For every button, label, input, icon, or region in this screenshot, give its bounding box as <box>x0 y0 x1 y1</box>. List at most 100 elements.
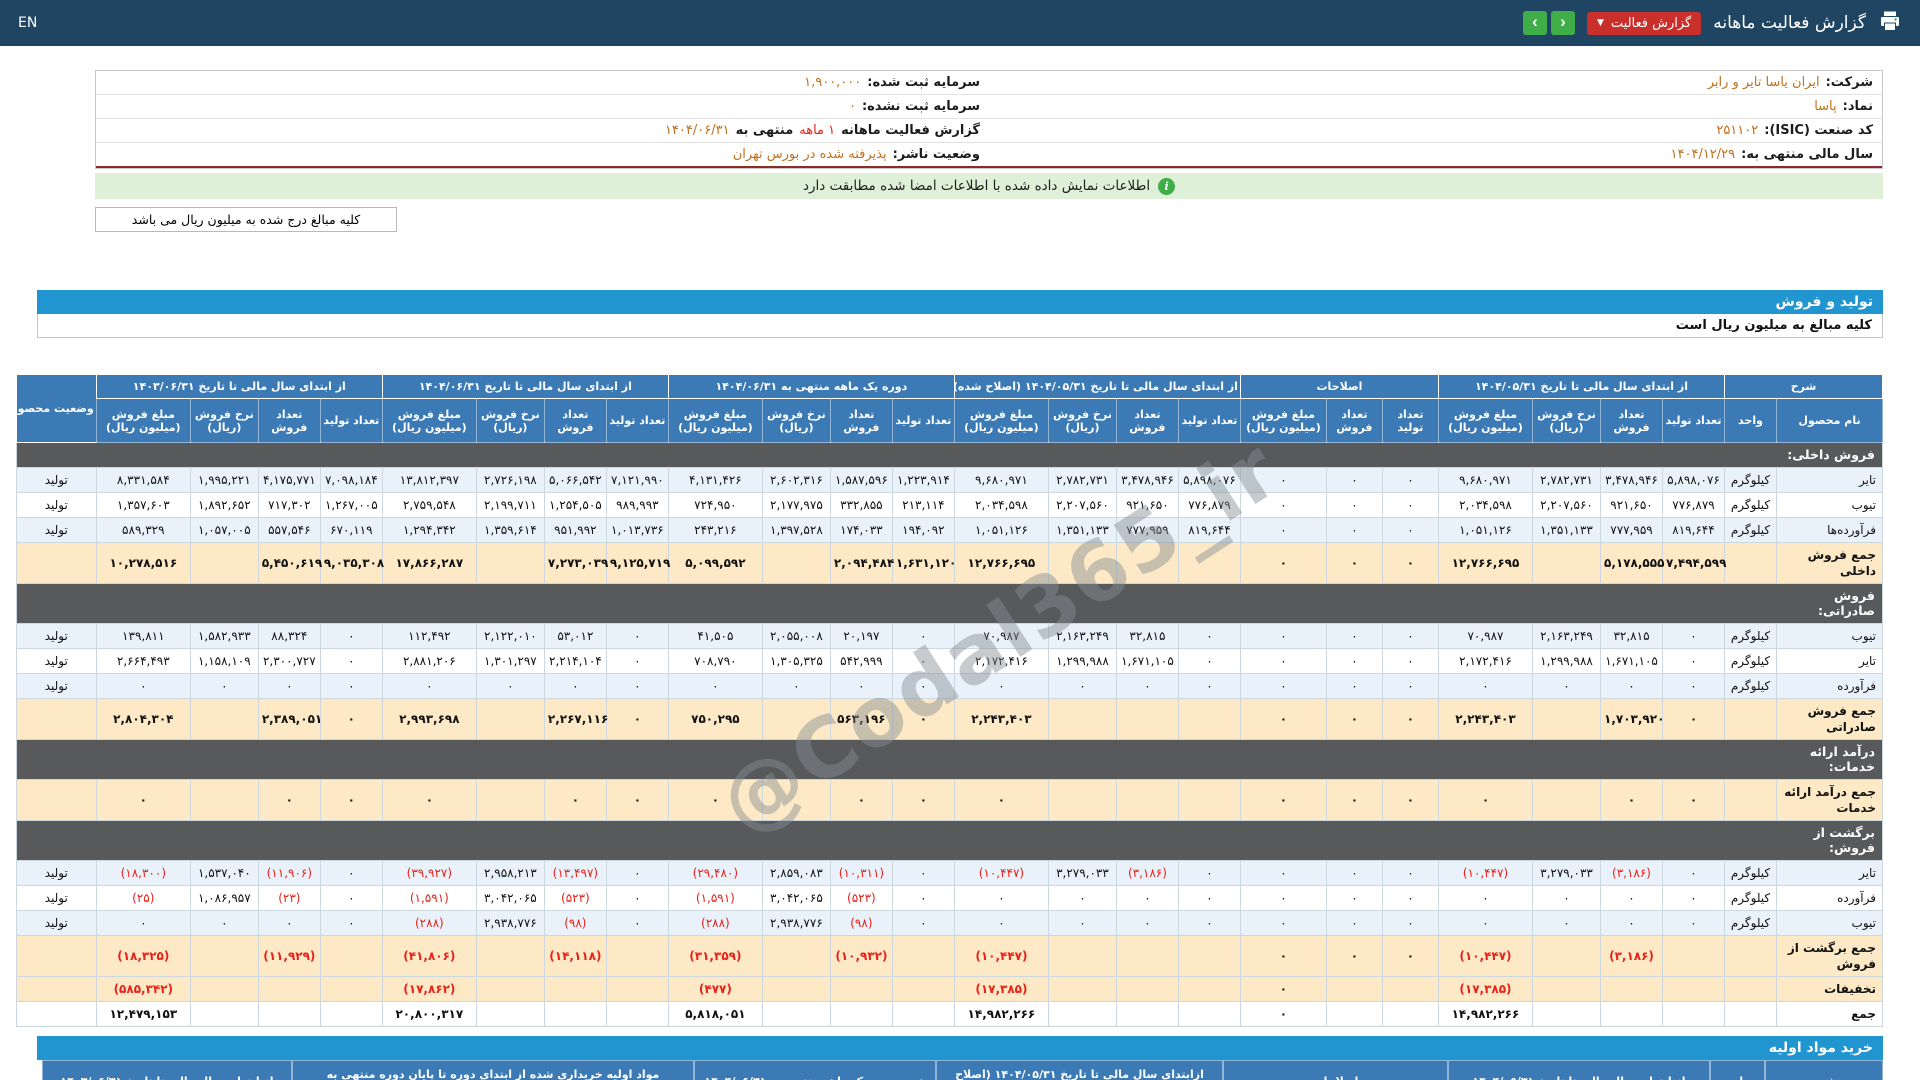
value-cell: ۰ <box>605 648 669 674</box>
value-cell <box>1662 976 1725 1002</box>
col-sub-header: مبلغ فروش (میلیون ریال) <box>95 398 191 443</box>
value-cell: ۲,۲۴۳,۴۰۳ <box>953 698 1049 740</box>
value-cell: ۹,۶۸۰,۹۷۱ <box>1437 467 1534 493</box>
value-cell: ۰ <box>1239 648 1327 674</box>
value-cell <box>189 1001 259 1027</box>
isic-value: ۲۵۱۱۰۲ <box>1716 123 1759 138</box>
value-cell: ۵,۸۹۸,۰۷۶ <box>1177 467 1241 493</box>
value-cell: ۷,۴۹۴,۵۹۹ <box>1662 542 1726 584</box>
value-cell <box>1177 542 1241 584</box>
value-cell: ۰ <box>1115 910 1179 936</box>
value-cell: (۱۰,۳۱۱) <box>829 860 893 886</box>
value-cell: ۰ <box>1600 779 1663 821</box>
value-cell <box>1532 698 1601 740</box>
value-cell <box>1047 698 1117 740</box>
value-cell <box>1662 935 1725 977</box>
value-cell: ۵۸۹,۳۲۹ <box>95 517 191 543</box>
table-row: تیوب کیلوگرم ۰ ۰ ۰ ۰ ۰ ۰ ۰ ۰ ۰ ۰ ۰ ۰ (۹۸) ۲,۹۳۸,۷۷۶ (۲۸۸… <box>15 910 1883 936</box>
value-cell: (۴۷۷) <box>667 976 763 1002</box>
capital-unregistered-field: سرمایه ثبت نشده: ۰ <box>96 95 989 118</box>
value-cell: ۱۳۹,۸۱۱ <box>95 623 191 649</box>
value-cell: ۱,۵۸۲,۹۳۳ <box>189 623 259 649</box>
value-cell: ۱۰,۲۷۸,۵۱۶ <box>95 542 191 584</box>
value-cell: ۵,۴۵۰,۶۱۹ <box>257 542 322 584</box>
next-report-button[interactable]: › <box>1550 11 1575 35</box>
value-cell: ۰ <box>1115 885 1179 911</box>
product-name-cell: تایر <box>1776 467 1883 493</box>
value-cell <box>829 1001 893 1027</box>
value-cell: (۱,۵۹۱) <box>381 885 477 911</box>
value-cell: ۰ <box>1437 673 1534 699</box>
value-cell: ۰ <box>1325 779 1383 821</box>
value-cell: ۰ <box>381 673 477 699</box>
value-cell: ۰ <box>1662 648 1725 674</box>
value-cell: ۰ <box>605 673 669 699</box>
chevron-down-icon: ▼ <box>1596 17 1604 28</box>
value-cell <box>475 698 545 740</box>
value-cell <box>475 779 545 821</box>
print-icon[interactable] <box>1878 9 1902 37</box>
unit-cell: کیلوگرم <box>1724 492 1777 518</box>
value-cell: ۰ <box>319 648 383 674</box>
value-cell: ۱,۳۵۱,۱۳۳ <box>1532 517 1601 543</box>
value-cell: ۴,۱۷۵,۷۷۱ <box>257 467 321 493</box>
value-cell: ۰ <box>319 623 383 649</box>
value-cell: (۲۸۸) <box>667 910 763 936</box>
value-cell: ۷,۱۲۱,۹۹۰ <box>605 467 669 493</box>
value-cell <box>1325 976 1383 1002</box>
status-cell: تولید <box>15 517 97 543</box>
table-row: فرآورده کیلوگرم ۰ ۰ ۰ ۰ ۰ ۰ ۰ ۰ ۰ ۰ ۰ ۰ ۰ ۰ ۰ ۰ ۰ ۰ ۰ ۰ ۰ ۰ ۰ تول… <box>15 673 1883 699</box>
language-toggle[interactable]: EN <box>18 15 37 31</box>
value-cell: ۲۱۳,۱۱۴ <box>891 492 955 518</box>
value-cell <box>1177 1001 1241 1027</box>
raw-materials-section: خرید مواد اولیه شرحواحداز ابتدای سال مال… <box>37 1036 1883 1080</box>
value-cell <box>605 976 669 1002</box>
value-cell <box>189 779 259 821</box>
value-cell: ۰ <box>257 779 321 821</box>
table-row: فرآورده‌ها کیلوگرم ۸۱۹,۶۴۴ ۷۷۷,۹۵۹ ۱,۳۵۱,۱۳۳… <box>15 517 1883 543</box>
report-content: شرکت: ایران یاسا تایر و رابر سرمایه ثبت … <box>15 70 1884 1080</box>
value-cell: ۰ <box>605 910 669 936</box>
value-cell: ۰ <box>257 673 321 699</box>
purchase-col-0: شرح <box>1765 1060 1883 1080</box>
value-cell: ۳۲,۸۱۵ <box>1600 623 1663 649</box>
value-cell: ۰ <box>667 673 763 699</box>
value-cell: ۰ <box>1381 492 1439 518</box>
value-cell <box>605 935 669 977</box>
value-cell <box>1047 1001 1117 1027</box>
value-cell: ۱,۶۷۱,۱۰۵ <box>1115 648 1179 674</box>
table-body: فروش داخلی: تایر کیلوگرم ۵,۸۹۸,۰۷۶ ۳,۴۷۸,۹۴۶… <box>15 442 1884 1027</box>
value-cell: ۵,۰۹۹,۵۹۲ <box>667 542 763 584</box>
value-cell: ۱۴,۹۸۲,۲۶۶ <box>953 1001 1049 1027</box>
capital-registered-field: سرمایه ثبت شده: ۱,۹۰۰,۰۰۰ <box>96 71 989 94</box>
unit-cell <box>1724 779 1777 821</box>
table-row: جمع فروش داخلی ۷,۴۹۴,۵۹۹ ۵,۱۷۸,۵۵۵ ۱۲,۷۶۶,۶… <box>15 542 1883 584</box>
company-field: شرکت: ایران یاسا تایر و رابر <box>989 71 1882 94</box>
status-cell: تولید <box>15 885 97 911</box>
section-row: برگشت از فروش: <box>15 820 1884 861</box>
status-cell: تولید <box>15 648 97 674</box>
value-cell: (۱۸,۳۰۰) <box>95 860 191 886</box>
value-cell: ۰ <box>891 673 955 699</box>
value-cell: (۹۸) <box>829 910 893 936</box>
value-cell: (۱۴,۱۱۸) <box>543 935 607 977</box>
symbol-field: نماد: پاسا <box>989 95 1882 118</box>
table-row: تایر کیلوگرم ۰ ۱,۶۷۱,۱۰۵ ۱,۲۹۹,۹۸۸ ۲,۱۷۲,۴۱۶ ۰… <box>15 648 1883 674</box>
previous-report-button[interactable]: ‹ <box>1522 11 1547 35</box>
purchase-col-7: از ابتدای سال مالی تا تاریخ ۱۴۰۳/۰۶/۳۱ <box>42 1060 292 1080</box>
col-sub-header: تعداد تولید <box>1177 398 1241 443</box>
publisher-status-value: پذیرفته شده در بورس تهران <box>732 147 887 162</box>
report-type-dropdown[interactable]: گزارش فعالیت ▼ <box>1586 11 1702 35</box>
capital-registered-value: ۱,۹۰۰,۰۰۰ <box>804 75 862 90</box>
value-cell: ۰ <box>667 779 763 821</box>
value-cell <box>891 935 955 977</box>
value-cell: ۳۳۲,۸۵۵ <box>829 492 893 518</box>
value-cell: ۰ <box>1047 885 1117 911</box>
table-row: تایر کیلوگرم ۰ (۳,۱۸۶) ۳,۲۷۹,۰۳۳ (۱۰,۴۴۷) ۰ ۰ ۰ ۰… <box>15 860 1883 886</box>
report-type-label: گزارش فعالیت <box>1610 15 1692 31</box>
value-cell <box>319 1001 383 1027</box>
value-cell: (۳,۱۸۶) <box>1600 860 1663 886</box>
unit-cell <box>1724 1001 1777 1027</box>
value-cell: ۲,۶۶۴,۴۹۳ <box>95 648 191 674</box>
value-cell: ۳,۰۴۲,۰۶۵ <box>761 885 831 911</box>
